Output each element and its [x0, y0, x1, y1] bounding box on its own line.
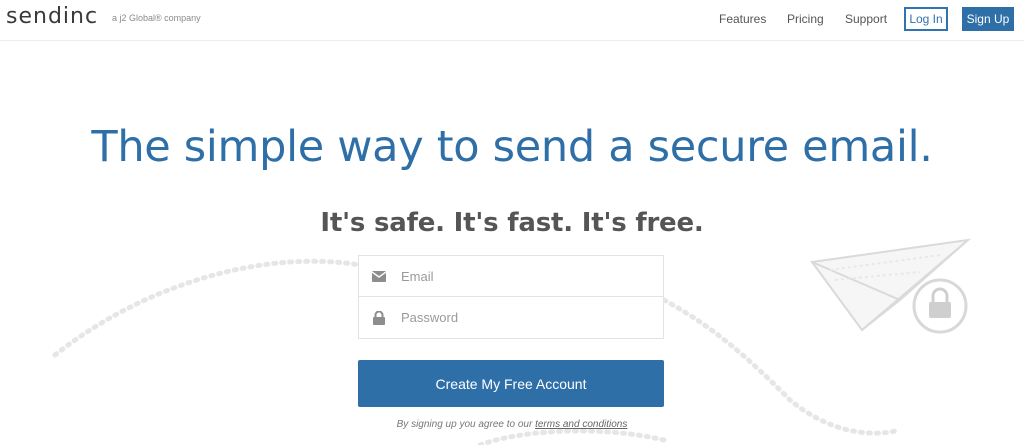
terms-notice: By signing up you agree to our terms and…	[0, 419, 1024, 430]
hero-title: The simple way to send a secure email.	[91, 122, 933, 172]
hero-subtitle: It's safe. It's fast. It's free.	[320, 208, 704, 238]
nav-support-link[interactable]: Support	[845, 12, 887, 26]
terms-prefix: By signing up you agree to our	[396, 419, 536, 430]
password-field-row	[359, 297, 663, 338]
login-button[interactable]: Log In	[904, 7, 948, 31]
nav-pricing-link[interactable]: Pricing	[787, 12, 824, 26]
company-tagline: a j2 Global® company	[112, 13, 201, 23]
sendinc-logo[interactable]: sendinc	[6, 4, 98, 29]
password-input[interactable]	[399, 309, 663, 326]
padlock-icon	[912, 278, 968, 334]
signup-button[interactable]: Sign Up	[962, 7, 1014, 31]
create-account-button[interactable]: Create My Free Account	[358, 360, 664, 407]
lock-icon	[359, 310, 399, 325]
envelope-icon	[359, 270, 399, 282]
email-field-row	[359, 256, 663, 297]
email-input[interactable]	[399, 267, 663, 285]
top-navigation-bar: sendinc a j2 Global® company Features Pr…	[0, 0, 1024, 41]
terms-link[interactable]: terms and conditions	[535, 419, 627, 430]
nav-features-link[interactable]: Features	[719, 12, 766, 26]
signup-form	[358, 255, 664, 339]
